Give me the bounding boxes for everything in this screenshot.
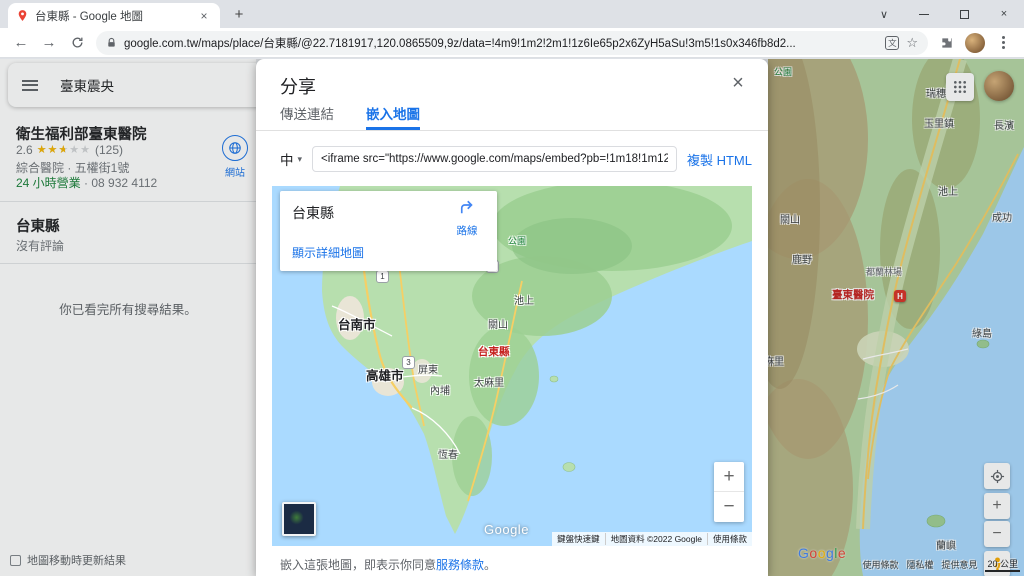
tabs-divider xyxy=(256,130,768,131)
forward-button[interactable]: → xyxy=(36,30,62,56)
window-minimize-button[interactable] xyxy=(904,0,944,28)
maps-pin-favicon xyxy=(18,10,27,21)
chevron-down-icon: ▾ xyxy=(297,153,303,164)
place-name: 台東縣 xyxy=(292,205,334,221)
directions-button[interactable]: 路線 xyxy=(447,199,487,238)
embed-size-value: 中 xyxy=(280,153,294,168)
google-logo: Google xyxy=(484,522,529,537)
lock-icon xyxy=(106,37,117,49)
embed-map-preview[interactable]: 公園台南市高雄市屏東內埔太麻里台東縣關山池上恆春 139 台東縣 路線 顯示詳細… xyxy=(272,186,752,546)
embed-code-input[interactable] xyxy=(312,146,677,172)
satellite-view-toggle[interactable] xyxy=(282,502,316,536)
translate-icon[interactable]: 文 xyxy=(885,35,900,50)
browser-window: 台東縣 - Google 地圖 × + ∨ × ← → google.com.t… xyxy=(0,0,1024,576)
dialog-title: 分享 xyxy=(280,77,316,97)
browser-tab[interactable]: 台東縣 - Google 地圖 × xyxy=(8,3,220,28)
close-icon[interactable]: × xyxy=(726,71,750,95)
window-controls: ∨ × xyxy=(864,0,1024,28)
bookmark-star-icon[interactable]: ☆ xyxy=(906,35,918,51)
embed-terms-note: 嵌入這張地圖，即表示你同意服務條款。 xyxy=(280,556,496,573)
share-dialog: 分享 × 傳送連結 嵌入地圖 中 ▾ 複製 HTML xyxy=(256,59,768,576)
tab-close-icon[interactable]: × xyxy=(196,8,212,24)
tab-strip: 台東縣 - Google 地圖 × + ∨ × xyxy=(0,0,1024,28)
directions-icon xyxy=(460,200,473,214)
tab-title: 台東縣 - Google 地圖 xyxy=(35,10,143,23)
tab-send-link[interactable]: 傳送連結 xyxy=(280,103,334,130)
zoom-out-button[interactable]: − xyxy=(714,492,744,522)
url-text[interactable]: google.com.tw/maps/place/台東縣/@22.7181917… xyxy=(124,35,878,51)
route-shield-icon: 1 xyxy=(376,270,389,283)
puzzle-icon xyxy=(942,37,952,48)
embed-zoom-control: + − xyxy=(714,462,744,522)
terms-note-text: 嵌入這張地圖，即表示你同意 xyxy=(280,558,437,572)
tab-search-icon[interactable]: ∨ xyxy=(864,0,904,28)
copy-html-button[interactable]: 複製 HTML xyxy=(687,150,752,169)
address-bar[interactable]: google.com.tw/maps/place/台東縣/@22.7181917… xyxy=(96,30,928,55)
back-button[interactable]: ← xyxy=(8,30,34,56)
terms-note-period: 。 xyxy=(484,558,497,572)
browser-toolbar: ← → google.com.tw/maps/place/台東縣/@22.718… xyxy=(0,28,1024,58)
extensions-puzzle-icon[interactable] xyxy=(934,30,960,56)
maps-page: 臺東震央 衛生福利部臺東醫院 2.6 ★★★★★★★★★★ (125) 綜合醫院… xyxy=(0,59,1024,576)
terms-of-service-link[interactable]: 服務條款 xyxy=(436,558,484,572)
new-tab-button[interactable]: + xyxy=(228,3,250,25)
embed-size-select[interactable]: 中 ▾ xyxy=(280,149,302,169)
attribution-link[interactable]: 地圖資料 ©2022 Google xyxy=(604,533,707,545)
window-maximize-button[interactable] xyxy=(944,0,984,28)
map-attribution[interactable]: 鍵盤快速鍵 地圖資料 ©2022 Google 使用條款 xyxy=(552,532,752,546)
dialog-tabs: 傳送連結 嵌入地圖 xyxy=(280,103,420,130)
attribution-link[interactable]: 鍵盤快速鍵 xyxy=(552,533,605,545)
zoom-in-button[interactable]: + xyxy=(714,462,744,492)
window-close-button[interactable]: × xyxy=(984,0,1024,28)
refresh-icon xyxy=(72,37,82,48)
browser-menu-icon[interactable] xyxy=(990,30,1016,56)
route-shield-icon: 3 xyxy=(402,356,415,369)
embed-controls: 中 ▾ 複製 HTML xyxy=(280,144,752,174)
profile-avatar[interactable] xyxy=(962,30,988,56)
attribution-link[interactable]: 使用條款 xyxy=(706,533,752,545)
directions-label: 路線 xyxy=(456,225,478,237)
embed-place-card: 台東縣 路線 顯示詳細地圖 xyxy=(280,191,497,271)
tab-embed-map[interactable]: 嵌入地圖 xyxy=(366,103,420,130)
view-larger-map-link[interactable]: 顯示詳細地圖 xyxy=(292,244,364,261)
refresh-button[interactable] xyxy=(64,30,90,56)
